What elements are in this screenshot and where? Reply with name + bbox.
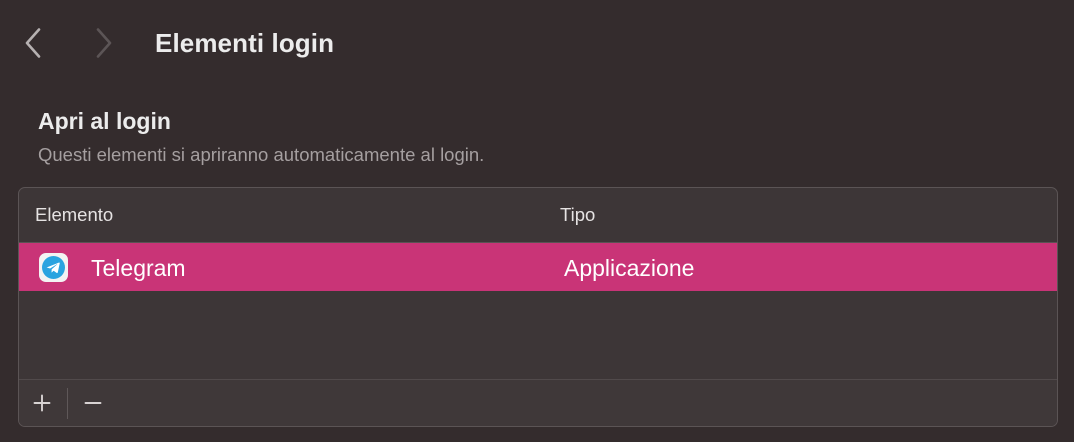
chevron-right-icon	[96, 28, 112, 58]
plus-icon	[33, 394, 51, 412]
remove-item-button[interactable]	[77, 388, 109, 418]
login-items-table: Elemento Tipo Telegram Applicazione	[18, 187, 1058, 427]
column-header-type[interactable]: Tipo	[560, 203, 595, 227]
section-title: Apri al login	[38, 108, 171, 134]
table-row[interactable]: Telegram Applicazione	[19, 243, 1057, 291]
section-subtitle: Questi elementi si apriranno automaticam…	[38, 144, 485, 165]
back-button[interactable]	[19, 26, 47, 60]
chevron-left-icon	[25, 28, 41, 58]
minus-icon	[84, 402, 102, 404]
toolbar: Elementi login	[0, 0, 1074, 88]
table-footer	[19, 379, 1057, 426]
footer-divider	[67, 388, 68, 419]
add-item-button[interactable]	[26, 388, 58, 418]
page-title: Elementi login	[155, 28, 335, 58]
column-header-item[interactable]: Elemento	[35, 203, 113, 227]
row-item-name: Telegram	[91, 255, 186, 281]
table-header: Elemento Tipo	[19, 188, 1057, 243]
row-item-type: Applicazione	[564, 255, 695, 281]
forward-button[interactable]	[90, 26, 118, 60]
telegram-icon	[39, 253, 68, 282]
